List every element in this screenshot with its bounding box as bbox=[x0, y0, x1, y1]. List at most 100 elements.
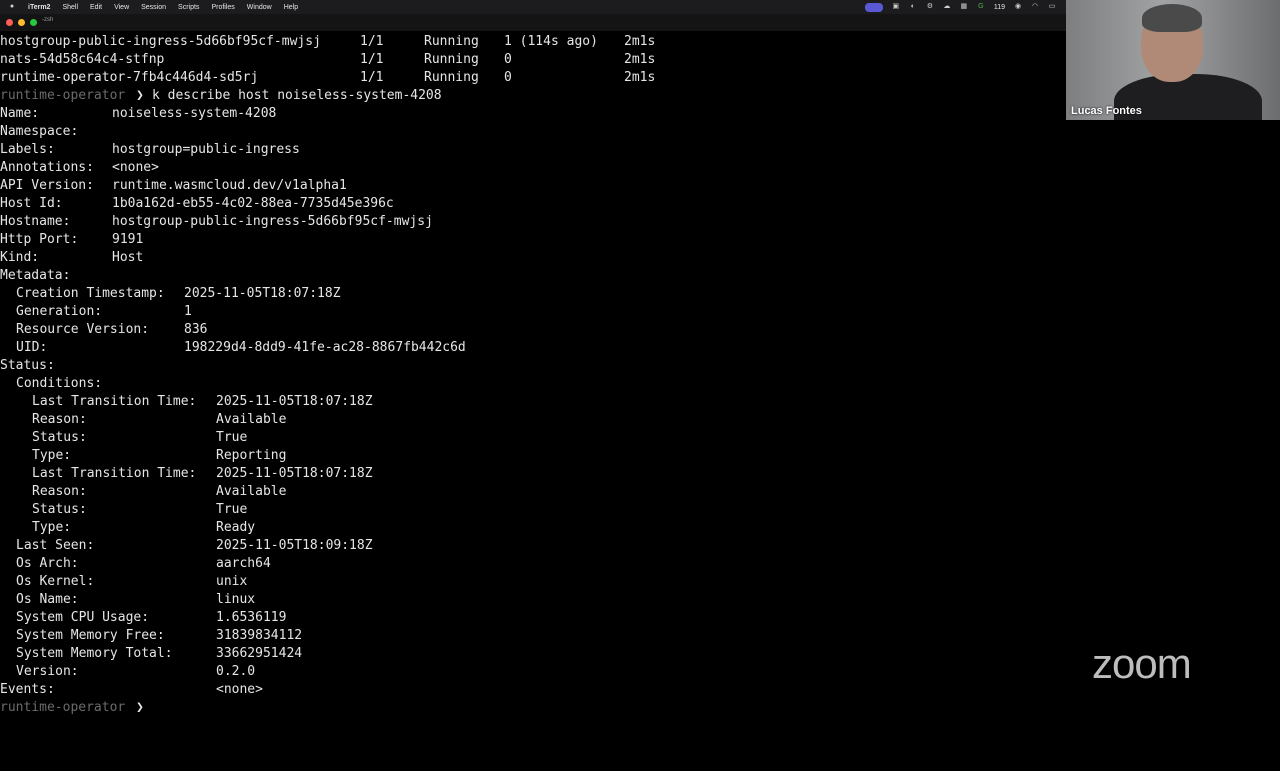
apple-icon[interactable]: ● bbox=[8, 3, 16, 11]
describe-row: Namespace: bbox=[0, 123, 78, 141]
field-key: Kind: bbox=[0, 250, 40, 265]
prompt-directory: runtime-operator bbox=[0, 88, 126, 103]
field-value: noiseless-system-4208 bbox=[112, 106, 277, 121]
pod-ready: 1/1 bbox=[360, 52, 384, 67]
pod-status: Running bbox=[424, 52, 479, 67]
field-value: linux bbox=[216, 592, 256, 607]
field-key: Last Transition Time: bbox=[32, 466, 197, 481]
field-key: Hostname: bbox=[0, 214, 71, 229]
zoom-window-button[interactable] bbox=[30, 19, 37, 26]
field-value: aarch64 bbox=[216, 556, 271, 571]
prompt-symbol: ❯ bbox=[136, 88, 144, 103]
wifi-icon[interactable]: ◠ bbox=[1031, 3, 1039, 11]
tab-title[interactable]: -zsh bbox=[42, 17, 53, 23]
cloud-icon[interactable]: ☁ bbox=[943, 3, 951, 11]
describe-row: Conditions: bbox=[0, 375, 102, 393]
participant-video[interactable]: Lucas Fontes bbox=[1066, 0, 1280, 120]
menu-scripts[interactable]: Scripts bbox=[178, 4, 199, 11]
menu-view[interactable]: View bbox=[114, 4, 129, 11]
describe-row: Hostname: hostgroup-public-ingress-5d66b… bbox=[0, 213, 433, 231]
field-value: 33662951424 bbox=[216, 646, 303, 661]
field-value: Available bbox=[216, 484, 287, 499]
field-value: 2025-11-05T18:07:18Z bbox=[216, 394, 373, 409]
field-key: Events: bbox=[0, 682, 55, 697]
describe-row: Name: noiseless-system-4208 bbox=[0, 105, 276, 123]
pod-name: hostgroup-public-ingress-5d66bf95cf-mwjs… bbox=[0, 34, 321, 49]
zoom-status-icon[interactable]: ▣ bbox=[892, 3, 900, 11]
pod-status: Running bbox=[424, 70, 479, 85]
pod-name: runtime-operator-7fb4c446d4-sd5rj bbox=[0, 70, 259, 85]
describe-row: Host Id: 1b0a162d-eb55-4c02-88ea-7735d45… bbox=[0, 195, 394, 213]
terminal-tab-bar: -zsh bbox=[0, 14, 1066, 31]
field-key: Host Id: bbox=[0, 196, 63, 211]
menu-help[interactable]: Help bbox=[284, 4, 298, 11]
describe-row: Status: bbox=[0, 357, 55, 375]
terminal-output[interactable]: hostgroup-public-ingress-5d66bf95cf-mwjs… bbox=[0, 33, 1066, 720]
minimize-window-button[interactable] bbox=[18, 19, 25, 26]
field-key: Conditions: bbox=[16, 376, 103, 391]
menu-app-name[interactable]: iTerm2 bbox=[28, 4, 50, 11]
describe-row: Labels: hostgroup=public-ingress bbox=[0, 141, 300, 159]
pod-ready: 1/1 bbox=[360, 70, 384, 85]
menu-window[interactable]: Window bbox=[247, 4, 272, 11]
command-line: runtime-operator ❯ k describe host noise… bbox=[0, 87, 442, 105]
describe-row: Type: Reporting bbox=[0, 447, 286, 465]
field-value: <none> bbox=[112, 160, 159, 175]
field-key: System Memory Total: bbox=[16, 646, 173, 661]
field-value: 31839834112 bbox=[216, 628, 303, 643]
describe-row: Os Arch: aarch64 bbox=[0, 555, 271, 573]
command-text: k describe host noiseless-system-4208 bbox=[152, 88, 442, 103]
field-value: 2025-11-05T18:09:18Z bbox=[216, 538, 373, 553]
pod-age: 2m1s bbox=[624, 70, 656, 85]
record-icon[interactable]: ◉ bbox=[1014, 3, 1022, 11]
field-key: Generation: bbox=[16, 304, 103, 319]
field-value: 198229d4-8dd9-41fe-ac28-8867fb442c6d bbox=[184, 340, 466, 355]
describe-row: Resource Version: 836 bbox=[0, 321, 207, 339]
field-key: Os Kernel: bbox=[16, 574, 95, 589]
describe-row: System CPU Usage: 1.6536119 bbox=[0, 609, 286, 627]
describe-row: Creation Timestamp: 2025-11-05T18:07:18Z bbox=[0, 285, 341, 303]
current-prompt[interactable]: runtime-operator ❯ bbox=[0, 699, 144, 717]
describe-row: Http Port: 9191 bbox=[0, 231, 143, 249]
field-key: Status: bbox=[32, 502, 87, 517]
field-value: 2025-11-05T18:07:18Z bbox=[184, 286, 341, 301]
field-key: Annotations: bbox=[0, 160, 94, 175]
describe-row: Reason: Available bbox=[0, 411, 286, 429]
field-value: 1 bbox=[184, 304, 192, 319]
describe-row: Reason: Available bbox=[0, 483, 286, 501]
field-value: 2025-11-05T18:07:18Z bbox=[216, 466, 373, 481]
describe-row: Os Name: linux bbox=[0, 591, 255, 609]
pod-ready: 1/1 bbox=[360, 34, 384, 49]
close-window-button[interactable] bbox=[6, 19, 13, 26]
settings-icon[interactable]: ⚙ bbox=[926, 3, 934, 11]
grid-icon[interactable]: ▦ bbox=[960, 3, 968, 11]
status-icon[interactable]: ◐ bbox=[909, 3, 917, 11]
field-key: Creation Timestamp: bbox=[16, 286, 165, 301]
grammarly-icon[interactable]: G bbox=[977, 3, 985, 11]
describe-row: Last Transition Time: 2025-11-05T18:07:1… bbox=[0, 465, 373, 483]
field-key: Last Transition Time: bbox=[32, 394, 197, 409]
describe-row: System Memory Total: 33662951424 bbox=[0, 645, 302, 663]
field-value: 1b0a162d-eb55-4c02-88ea-7735d45e396c bbox=[112, 196, 394, 211]
field-key: Reason: bbox=[32, 484, 87, 499]
field-key: Resource Version: bbox=[16, 322, 150, 337]
describe-row: Last Seen: 2025-11-05T18:09:18Z bbox=[0, 537, 373, 555]
menu-session[interactable]: Session bbox=[141, 4, 166, 11]
field-value: Available bbox=[216, 412, 287, 427]
menu-shell[interactable]: Shell bbox=[62, 4, 78, 11]
battery-icon: ▭ bbox=[1048, 3, 1056, 10]
field-key: Reason: bbox=[32, 412, 87, 427]
field-value: hostgroup=public-ingress bbox=[112, 142, 300, 157]
pod-status: Running bbox=[424, 34, 479, 49]
zoom-logo: zoom bbox=[1092, 640, 1192, 687]
field-key: Os Name: bbox=[16, 592, 79, 607]
status-count: 119 bbox=[993, 3, 1005, 11]
menu-profiles[interactable]: Profiles bbox=[211, 4, 234, 11]
screen-share-icon[interactable] bbox=[864, 2, 883, 12]
describe-row: API Version: runtime.wasmcloud.dev/v1alp… bbox=[0, 177, 347, 195]
pod-row: nats-54d58c64c4-stfnp 1/1 Running 0 2m1s bbox=[0, 51, 655, 69]
field-value: runtime.wasmcloud.dev/v1alpha1 bbox=[112, 178, 347, 193]
field-key: Status: bbox=[32, 430, 87, 445]
menu-edit[interactable]: Edit bbox=[90, 4, 102, 11]
field-key: Http Port: bbox=[0, 232, 79, 247]
